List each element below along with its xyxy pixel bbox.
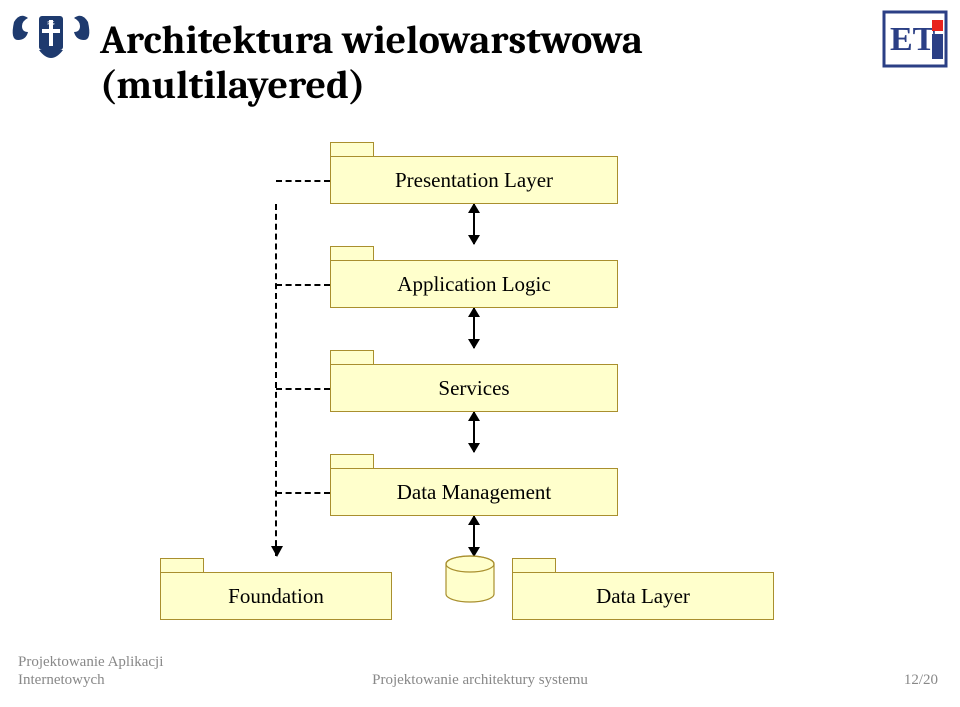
package-foundation: Foundation	[160, 572, 392, 620]
package-label: Services	[330, 364, 618, 412]
logo-right: ET	[882, 10, 950, 70]
architecture-diagram: Presentation Layer Application Logic Ser…	[0, 140, 960, 660]
package-tab	[512, 558, 556, 572]
package-tab	[330, 246, 374, 260]
package-tab	[160, 558, 204, 572]
package-services: Services	[330, 364, 618, 412]
package-tab	[330, 454, 374, 468]
bidirectional-arrow	[473, 516, 475, 556]
package-data-layer: Data Layer	[512, 572, 774, 620]
dashed-connector	[276, 388, 330, 390]
database-icon	[444, 555, 496, 605]
package-presentation-layer: Presentation Layer	[330, 156, 618, 204]
svg-text:PG: PG	[47, 21, 54, 27]
package-tab	[330, 142, 374, 156]
package-data-management: Data Management	[330, 468, 618, 516]
logo-left: PG	[10, 10, 92, 68]
dashed-connector	[276, 180, 330, 182]
title-line-1: Architektura wielowarstwowa	[100, 18, 643, 63]
footer-left-line1: Projektowanie Aplikacji	[18, 653, 163, 671]
package-label: Data Layer	[512, 572, 774, 620]
footer-center: Projektowanie architektury systemu	[0, 672, 960, 689]
package-application-logic: Application Logic	[330, 260, 618, 308]
dashed-connector	[276, 284, 330, 286]
footer-page-number: 12/20	[904, 672, 938, 689]
dashed-connector	[276, 492, 330, 494]
package-label: Application Logic	[330, 260, 618, 308]
bidirectional-arrow	[473, 308, 475, 348]
package-tab	[330, 350, 374, 364]
title-line-2: (multilayered)	[100, 63, 643, 108]
package-label: Presentation Layer	[330, 156, 618, 204]
svg-text:ET: ET	[890, 21, 936, 58]
dashed-dependency-arrow	[275, 204, 277, 556]
page-title: Architektura wielowarstwowa (multilayere…	[100, 18, 643, 108]
package-label: Data Management	[330, 468, 618, 516]
package-label: Foundation	[160, 572, 392, 620]
bidirectional-arrow	[473, 412, 475, 452]
bidirectional-arrow	[473, 204, 475, 244]
